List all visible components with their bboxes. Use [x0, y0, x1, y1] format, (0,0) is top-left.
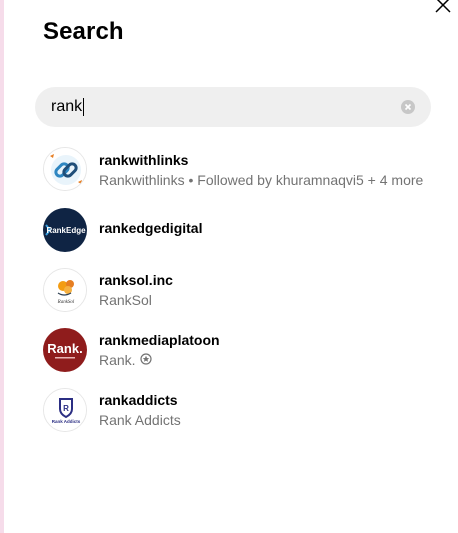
avatar-logo-text: RankEdge — [46, 226, 86, 235]
avatar: RankEdge — [43, 208, 87, 252]
search-result-item[interactable]: R Rank Addicts rankaddicts Rank Addicts — [4, 384, 458, 444]
result-subtitle: Rank. — [99, 352, 136, 368]
close-icon[interactable] — [432, 0, 454, 16]
avatar — [43, 147, 87, 191]
result-username: rankaddicts — [99, 392, 178, 408]
avatar-logo-text: Rank Addicts — [52, 419, 81, 424]
text-caret — [83, 98, 85, 116]
search-input-text: rank — [51, 98, 85, 116]
result-username: ranksol.inc — [99, 272, 173, 288]
search-input[interactable]: rank — [35, 87, 431, 127]
result-subtitle-row: Rank. — [99, 352, 152, 368]
result-subtitle: RankSol — [99, 292, 152, 308]
search-result-item[interactable]: RankSol ranksol.inc RankSol — [4, 264, 458, 324]
avatar-logo-text: Rank. — [47, 341, 82, 356]
avatar-logo-text: RankSol — [57, 300, 75, 305]
search-result-item[interactable]: rankwithlinks Rankwithlinks • Followed b… — [4, 142, 458, 202]
badge-icon — [139, 352, 152, 368]
avatar: R Rank Addicts — [43, 388, 87, 432]
clear-search-icon[interactable] — [401, 100, 415, 114]
search-panel: Search rank rankwithlinks Rankwithlinks … — [4, 0, 458, 533]
result-username: rankmediaplatoon — [99, 332, 220, 348]
search-result-item[interactable]: RankEdge rankedgedigital — [4, 204, 458, 264]
result-username: rankedgedigital — [99, 220, 203, 236]
result-subtitle: Rankwithlinks • Followed by khuramnaqvi5… — [99, 172, 424, 188]
svg-text:R: R — [63, 404, 69, 413]
result-subtitle: Rank Addicts — [99, 412, 181, 428]
search-result-item[interactable]: Rank. rankmediaplatoon Rank. — [4, 324, 458, 384]
search-query: rank — [51, 98, 83, 115]
panel-title: Search — [43, 18, 124, 45]
avatar: RankSol — [43, 268, 87, 312]
avatar: Rank. — [43, 328, 87, 372]
result-username: rankwithlinks — [99, 152, 189, 168]
